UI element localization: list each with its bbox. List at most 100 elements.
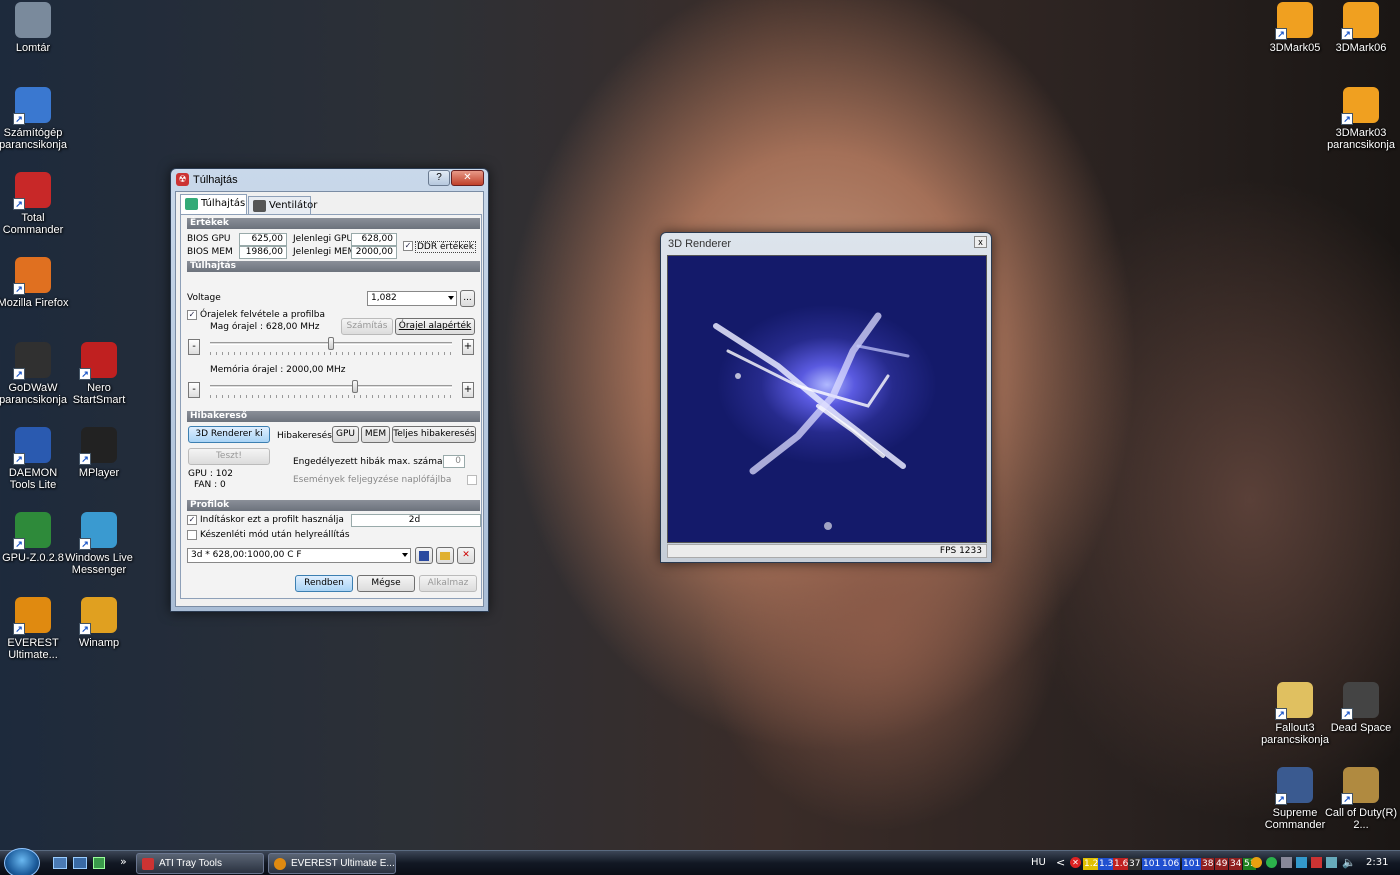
mem-minus-button[interactable]: -: [188, 382, 200, 398]
tab-overclock[interactable]: Túlhajtás: [180, 194, 247, 215]
test-button[interactable]: Teszt!: [188, 448, 270, 465]
quicklaunch-icon[interactable]: [93, 857, 105, 869]
clock[interactable]: 2:31: [1366, 857, 1388, 868]
desktop-icon-mplayer[interactable]: ↗ MPlayer: [61, 427, 137, 479]
help-button[interactable]: ?: [428, 170, 450, 186]
start-button[interactable]: [4, 848, 40, 875]
mem-debug-button[interactable]: MEM: [361, 426, 390, 443]
language-indicator[interactable]: HU: [1031, 857, 1046, 868]
startup-label[interactable]: Indításkor ezt a profilt használja: [200, 515, 344, 525]
tray-monitor-value[interactable]: 1.3: [1098, 858, 1115, 870]
gpu-debug-button[interactable]: GPU: [332, 426, 359, 443]
tray-alert-icon[interactable]: ✕: [1070, 857, 1081, 868]
desktop-icon-supreme-commander[interactable]: ↗ Supreme Commander: [1257, 767, 1333, 831]
allowed-errors-field[interactable]: 0: [443, 455, 465, 468]
calculate-button[interactable]: Számítás: [341, 318, 393, 335]
title-bar[interactable]: ☢ Túlhajtás ? ✕: [171, 169, 488, 191]
core-plus-button[interactable]: +: [462, 339, 474, 355]
everest-icon: ↗: [13, 597, 51, 635]
record-profile-label[interactable]: Órajelek felvétele a profilba: [200, 310, 325, 320]
show-desktop-icon[interactable]: [53, 857, 67, 869]
tray-monitor-value[interactable]: 101: [1182, 858, 1202, 870]
mem-slider-thumb[interactable]: [352, 380, 358, 393]
bios-gpu-field: 625,00: [239, 233, 287, 246]
tray-monitor-value[interactable]: 101: [1142, 858, 1162, 870]
supreme-commander-icon: ↗: [1275, 767, 1313, 805]
apply-button[interactable]: Alkalmaz: [419, 575, 477, 592]
delete-profile-button[interactable]: ✕: [457, 547, 475, 564]
close-button[interactable]: x: [974, 236, 987, 248]
open-profile-button[interactable]: [436, 547, 454, 564]
profile-select[interactable]: 3d * 628,00:1000,00 C F: [187, 548, 411, 563]
desktop-icon-3dmark[interactable]: ↗ 3DMark06: [1323, 2, 1399, 54]
tray-shield-icon[interactable]: [1311, 857, 1322, 868]
default-clock-button[interactable]: Órajel alapérték: [395, 318, 475, 335]
voltage-more-button[interactable]: ...: [460, 290, 475, 307]
title-bar[interactable]: 3D Renderer x: [661, 233, 991, 255]
desktop-icon-computer[interactable]: ↗ Számítógép parancsikonja: [0, 87, 71, 151]
renderer-statusbar: FPS 1233: [667, 544, 987, 558]
desktop-icon-recycle-bin[interactable]: Lomtár: [0, 2, 71, 54]
overclock-window[interactable]: ☢ Túlhajtás ? ✕ Túlhajtás Ventilátor Ért…: [170, 168, 489, 612]
tray-monitor-value[interactable]: 37: [1128, 858, 1142, 870]
startup-profile-field[interactable]: 2d: [351, 514, 481, 527]
tray-update-icon[interactable]: [1296, 857, 1307, 868]
ok-button[interactable]: Rendben: [295, 575, 353, 592]
full-debug-button[interactable]: Teljes hibakeresés: [392, 426, 476, 443]
core-minus-button[interactable]: -: [188, 339, 200, 355]
dead-space-icon: ↗: [1341, 682, 1379, 720]
log-checkbox[interactable]: [467, 475, 477, 485]
switch-windows-icon[interactable]: [73, 857, 87, 869]
quicklaunch-chevron[interactable]: »: [120, 855, 127, 868]
desktop-icon-floppy[interactable]: ↗ Total Commander: [0, 172, 71, 236]
ddr-label[interactable]: DDR értékek: [415, 241, 476, 253]
desktop-icon-winamp[interactable]: ↗ Winamp: [61, 597, 137, 649]
3dmark-icon: ↗: [1275, 2, 1313, 40]
cancel-button[interactable]: Mégse: [357, 575, 415, 592]
close-button[interactable]: ✕: [451, 170, 484, 186]
tray-app-icon[interactable]: [1266, 857, 1277, 868]
tab-fan[interactable]: Ventilátor: [248, 196, 317, 215]
desktop-icon-3dmark[interactable]: ↗ 3DMark03 parancsikonja: [1323, 87, 1399, 151]
renderer-off-button[interactable]: 3D Renderer ki: [188, 426, 270, 443]
fan-label: FAN : 0: [194, 480, 226, 490]
voltage-select[interactable]: 1,082: [367, 291, 457, 306]
startup-checkbox[interactable]: ✓: [187, 515, 197, 525]
desktop-icon-fallout[interactable]: ↗ Fallout3 parancsikonja: [1257, 682, 1333, 746]
taskbar-button-everest[interactable]: EVEREST Ultimate E...: [268, 853, 396, 874]
mem-plus-button[interactable]: +: [462, 382, 474, 398]
desktop-icon-label: Dead Space: [1330, 722, 1392, 734]
tray-info-icon[interactable]: [1251, 857, 1262, 868]
desktop-icon-nero[interactable]: ↗ Nero StartSmart: [61, 342, 137, 406]
tray-monitor-value[interactable]: 38: [1201, 858, 1215, 870]
desktop-icon-call-of-duty[interactable]: ↗ Call of Duty(R) 2...: [1323, 767, 1399, 831]
tray-network-icon[interactable]: [1281, 857, 1292, 868]
tray-display-icon[interactable]: [1326, 857, 1337, 868]
tray-monitor-value[interactable]: 1.6: [1113, 858, 1130, 870]
desktop-icon-label: Nero StartSmart: [72, 382, 126, 406]
taskbar-button-ati[interactable]: ATI Tray Tools: [136, 853, 264, 874]
tab-label: Ventilátor: [269, 200, 318, 211]
renderer-window[interactable]: 3D Renderer x FPS 1233: [660, 232, 992, 563]
desktop-icon-messenger[interactable]: ↗ Windows Live Messenger: [61, 512, 137, 576]
computer-icon: ↗: [13, 87, 51, 125]
shortcut-arrow-icon: ↗: [1275, 708, 1287, 720]
tray-monitor-value[interactable]: 1.2: [1083, 858, 1100, 870]
desktop-icon-dead-space[interactable]: ↗ Dead Space: [1323, 682, 1399, 734]
desktop-icon-3dmark[interactable]: ↗ 3DMark05: [1257, 2, 1333, 54]
voltage-label: Voltage: [187, 293, 221, 303]
core-clock-slider[interactable]: [210, 337, 452, 355]
tray-volume-icon[interactable]: 🔈: [1342, 856, 1356, 869]
tray-monitor-value[interactable]: 34: [1229, 858, 1243, 870]
standby-label[interactable]: Készenléti mód után helyreállítás: [200, 530, 350, 540]
ddr-checkbox[interactable]: ✓: [403, 241, 413, 251]
desktop-icon-firefox[interactable]: ↗ Mozilla Firefox: [0, 257, 71, 309]
tray-monitor-value[interactable]: 49: [1215, 858, 1229, 870]
record-profile-checkbox[interactable]: ✓: [187, 310, 197, 320]
core-slider-thumb[interactable]: [328, 337, 334, 350]
tray-expand-icon[interactable]: <: [1056, 856, 1065, 869]
memory-clock-slider[interactable]: [210, 380, 452, 398]
tray-monitor-value[interactable]: 106: [1161, 858, 1181, 870]
standby-checkbox[interactable]: [187, 530, 197, 540]
save-profile-button[interactable]: [415, 547, 433, 564]
